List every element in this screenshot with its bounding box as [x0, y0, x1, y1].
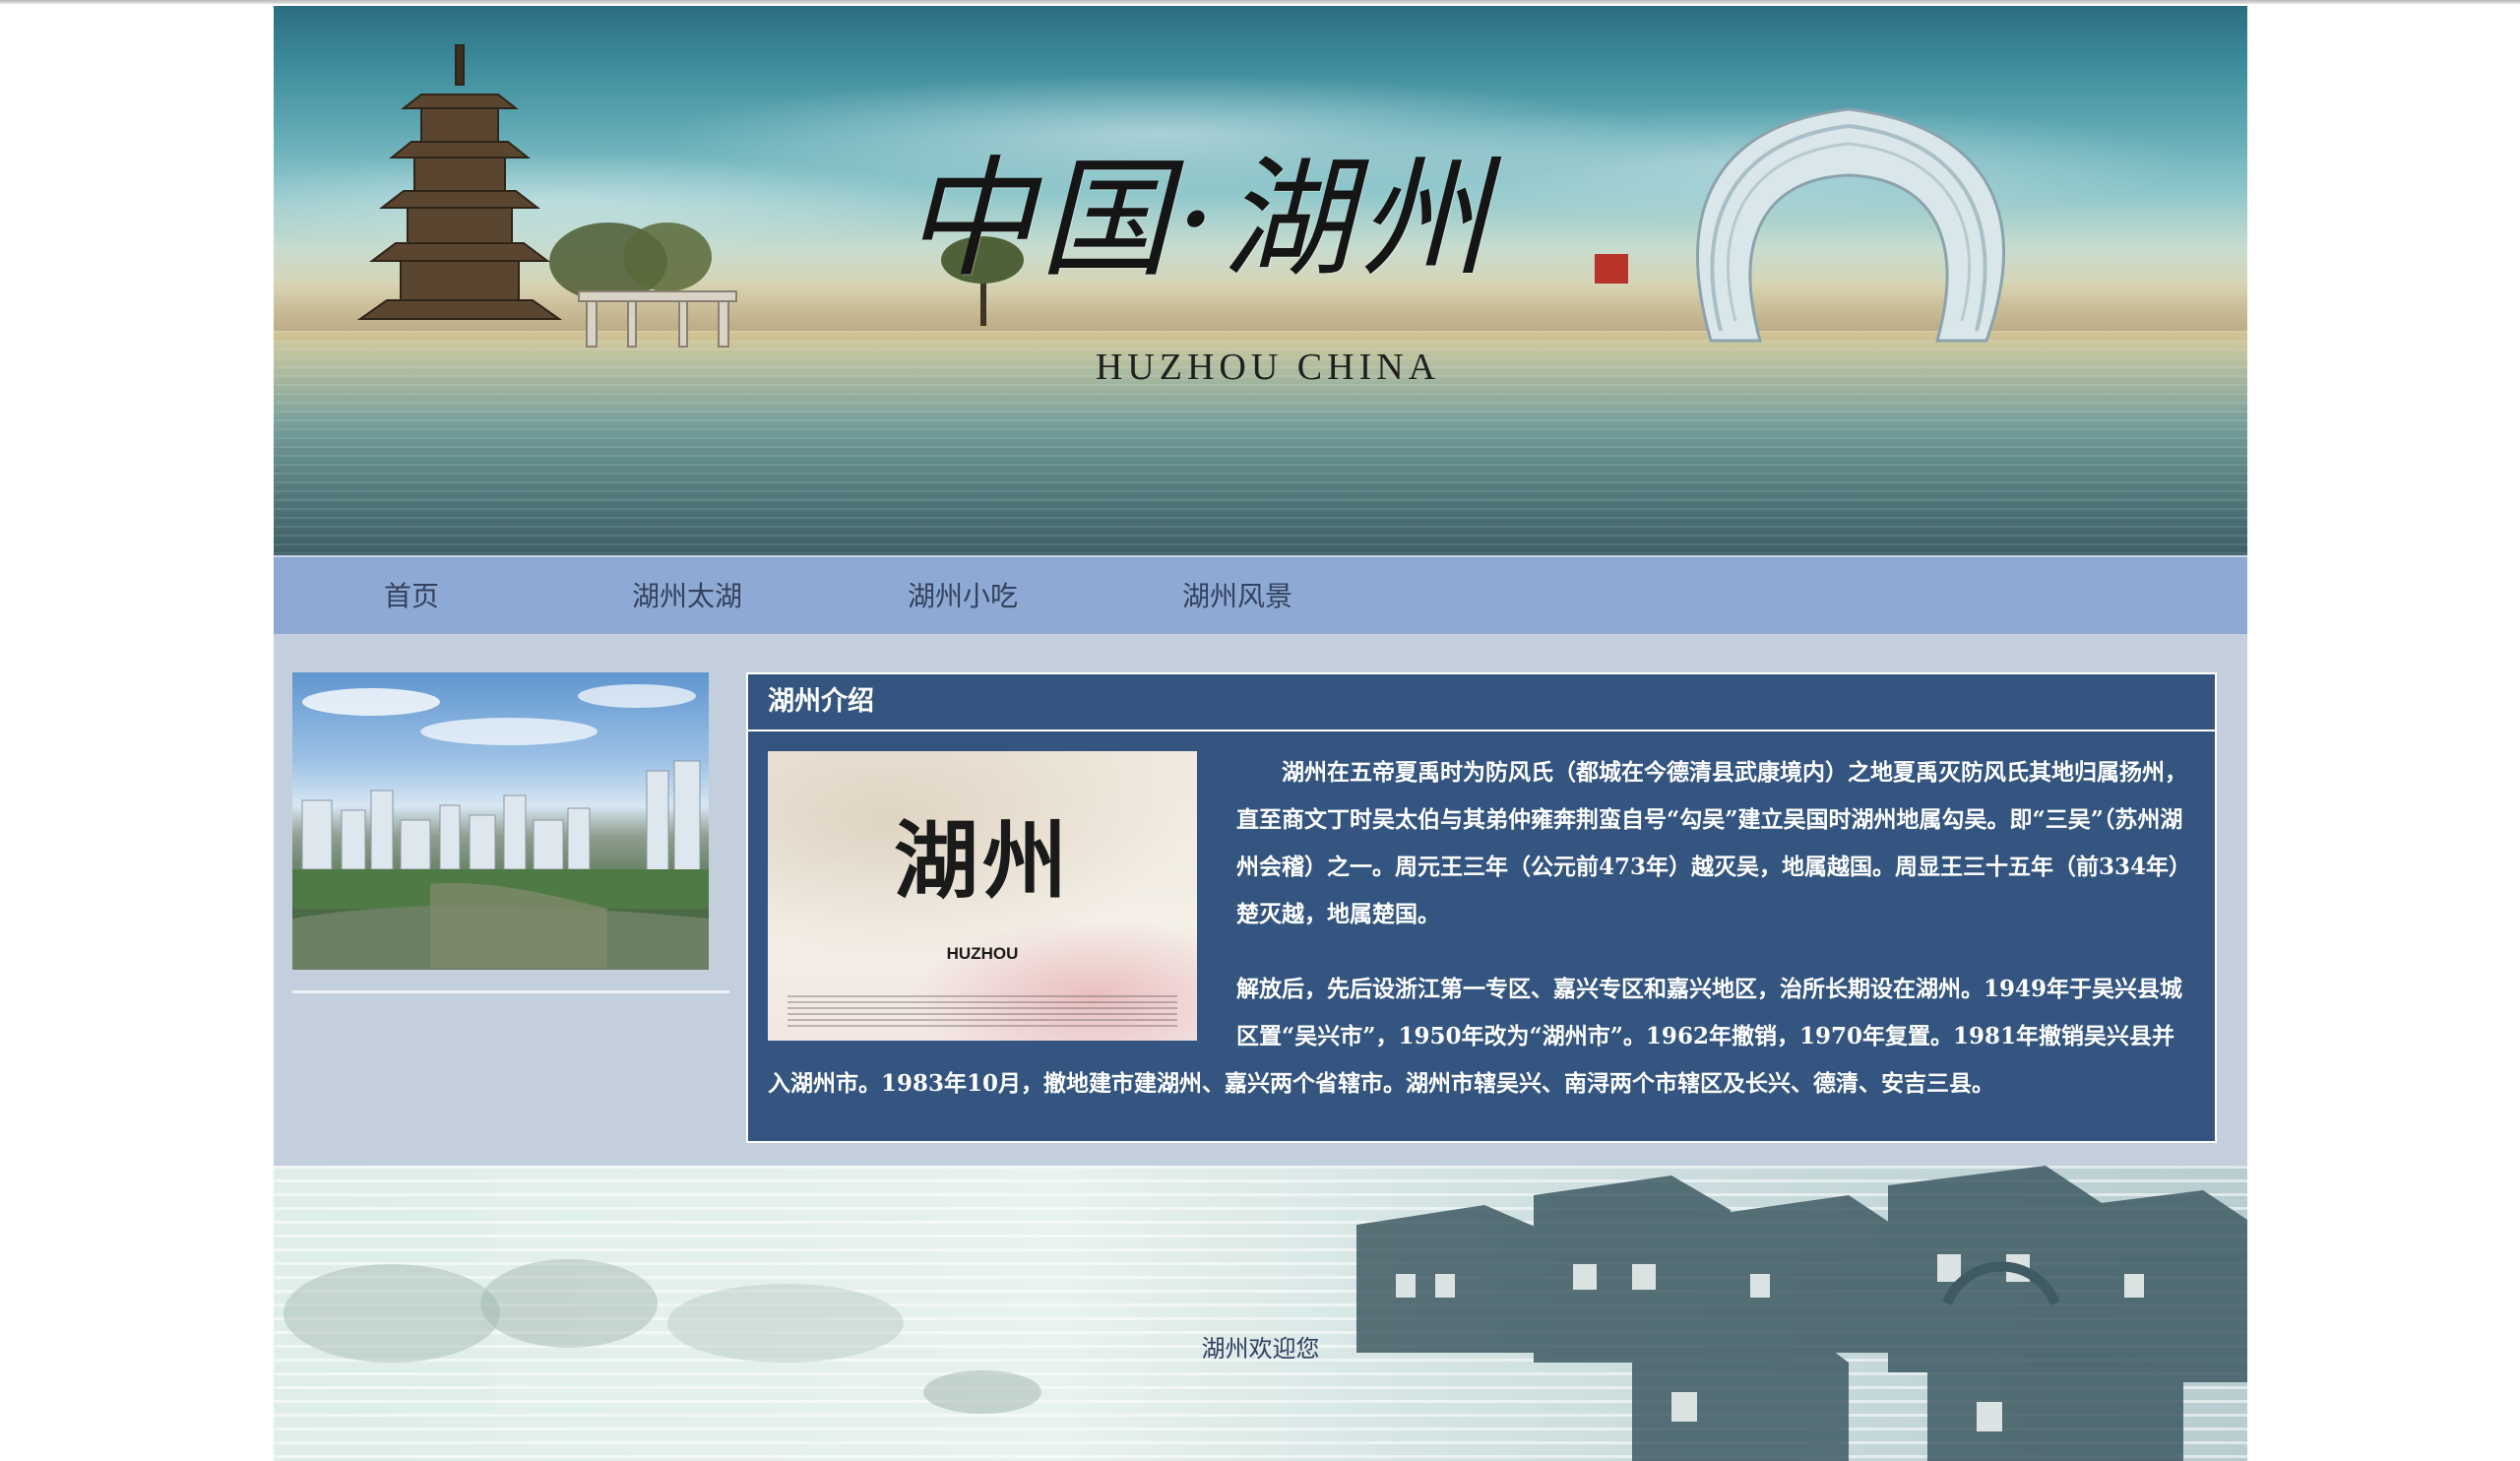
image-fine-print [788, 995, 1177, 1029]
huzhou-calligraphy-image: 湖州 HUZHOU [768, 751, 1197, 1041]
intro-panel: 湖州介绍 湖州 HUZHOU 湖州在五帝夏禹时为防风氏（都城在今德清县武康境内）… [746, 672, 2217, 1143]
page-container: 中国·湖州 HUZHOU CHINA 首页 湖州太湖 湖州小吃 湖州风景 湖州介… [274, 6, 2247, 1461]
footer-welcome: 湖州欢迎您 [1201, 1335, 1320, 1363]
banner-title: 中国·湖州 [904, 144, 1494, 295]
pagoda-graphic [356, 44, 563, 320]
main-nav: 首页 湖州太湖 湖州小吃 湖州风景 [274, 555, 2247, 634]
nav-item-home[interactable]: 首页 [384, 575, 439, 614]
sidebar-divider [292, 990, 729, 993]
water-village-graphic [1356, 1166, 2247, 1461]
nav-item-scenery[interactable]: 湖州风景 [1182, 575, 1292, 614]
panel-body: 湖州 HUZHOU 湖州在五帝夏禹时为防风氏（都城在今德清县武康境内）之地夏禹灭… [748, 731, 2215, 1108]
footer-banner: 湖州欢迎您 [274, 1166, 2247, 1461]
footer-illustration [284, 1166, 2247, 1461]
city-photo [292, 672, 709, 970]
banner-subtitle: HUZHOU CHINA [1095, 347, 1441, 388]
stone-gate-graphic [578, 290, 737, 348]
main-content: 湖州介绍 湖州 HUZHOU 湖州在五帝夏禹时为防风氏（都城在今德清县武康境内）… [274, 634, 2247, 1166]
nav-item-taihu[interactable]: 湖州太湖 [632, 575, 742, 614]
calligraphy-caption: HUZHOU [946, 944, 1019, 963]
panel-title: 湖州介绍 [748, 674, 2215, 731]
calligraphy-text: 湖州 [894, 811, 1071, 911]
header-banner: 中国·湖州 HUZHOU CHINA [274, 6, 2247, 555]
nav-item-snacks[interactable]: 湖州小吃 [908, 575, 1018, 614]
browser-top-edge [0, 0, 2520, 4]
